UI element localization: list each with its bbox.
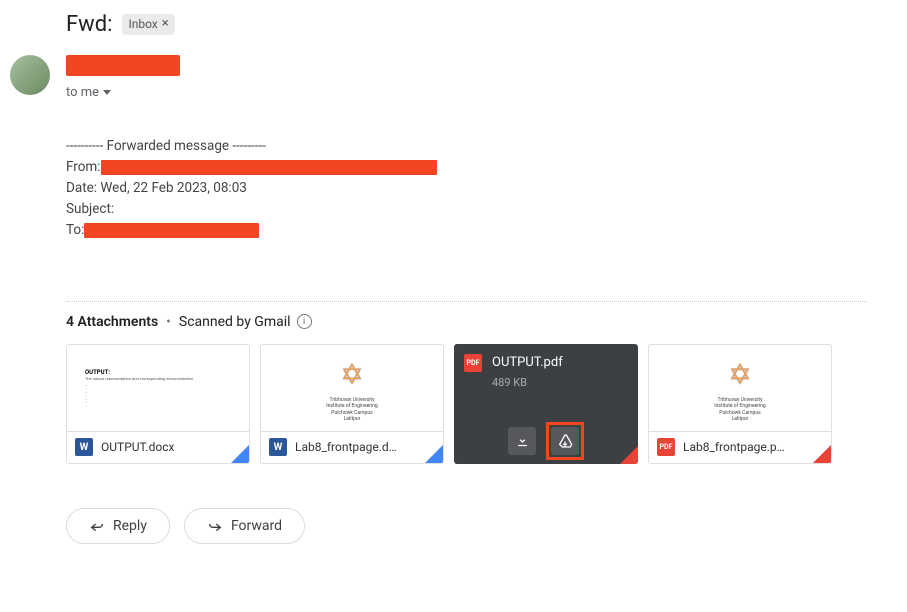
avatar[interactable] [10,55,50,95]
from-redacted [101,160,437,175]
date-value: Wed, 22 Feb 2023, 08:03 [97,180,247,196]
save-to-drive-highlight [546,422,584,460]
forward-label: Forward [231,518,282,534]
remove-label-icon[interactable]: × [162,16,169,33]
pdf-icon: PDF [464,354,482,372]
pdf-icon: PDF [657,438,675,456]
attachment-size: 489 KB [454,376,638,389]
attachment-filename: Lab8_frontpage.d… [295,440,435,454]
preview-caption: Tribhuvan University Institute of Engine… [714,397,765,423]
university-emblem: ✡ [720,355,760,395]
word-icon: W [75,438,93,456]
to-redacted [84,223,259,238]
attachment-card-hover[interactable]: PDF OUTPUT.pdf 489 KB [454,344,638,464]
forwarded-separator: ---------- Forwarded message --------- [66,136,867,157]
scanned-label: Scanned by Gmail [179,314,291,330]
reply-label: Reply [113,518,147,534]
attachment-filename: OUTPUT.docx [101,440,241,454]
drive-icon [557,433,573,449]
forward-button[interactable]: Forward [184,508,305,544]
reply-button[interactable]: Reply [66,508,170,544]
email-body: ---------- Forwarded message --------- F… [66,136,867,241]
attachment-card[interactable]: ✡ Tribhuvan University Institute of Engi… [648,344,832,464]
attachments-count: 4 Attachments [66,314,158,330]
date-label: Date: [66,180,97,196]
recipient-dropdown[interactable]: to me [66,85,867,100]
save-to-drive-button[interactable] [551,427,579,455]
info-icon[interactable]: i [297,314,312,329]
attachment-preview: ✡ Tribhuvan University Institute of Engi… [261,345,443,433]
university-emblem: ✡ [332,355,372,395]
download-button[interactable] [508,427,536,455]
attachment-filename: OUTPUT.pdf [492,355,563,370]
download-icon [515,433,530,448]
email-subject: Fwd: [66,12,112,37]
attachment-filename: Lab8_frontpage.p… [683,440,823,454]
word-icon: W [269,438,287,456]
attachment-preview: ✡ Tribhuvan University Institute of Engi… [649,345,831,433]
from-label: From: [66,159,101,175]
attachment-card[interactable]: OUTPUT: The output representation and co… [66,344,250,464]
to-line: to me [66,85,99,100]
forward-icon [207,518,223,534]
attachment-preview: OUTPUT: The output representation and co… [67,345,249,433]
sender-name-redacted [66,55,180,76]
attachments-divider [66,301,867,302]
preview-caption: Tribhuvan University Institute of Engine… [326,397,377,423]
dot-separator: • [166,314,171,330]
inbox-chip-text: Inbox [128,17,157,33]
reply-icon [89,518,105,534]
chevron-down-icon [103,90,111,95]
to-label: To: [66,222,84,238]
attachment-card[interactable]: ✡ Tribhuvan University Institute of Engi… [260,344,444,464]
label-chip-inbox[interactable]: Inbox × [122,14,174,35]
subject-label: Subject: [66,201,114,217]
